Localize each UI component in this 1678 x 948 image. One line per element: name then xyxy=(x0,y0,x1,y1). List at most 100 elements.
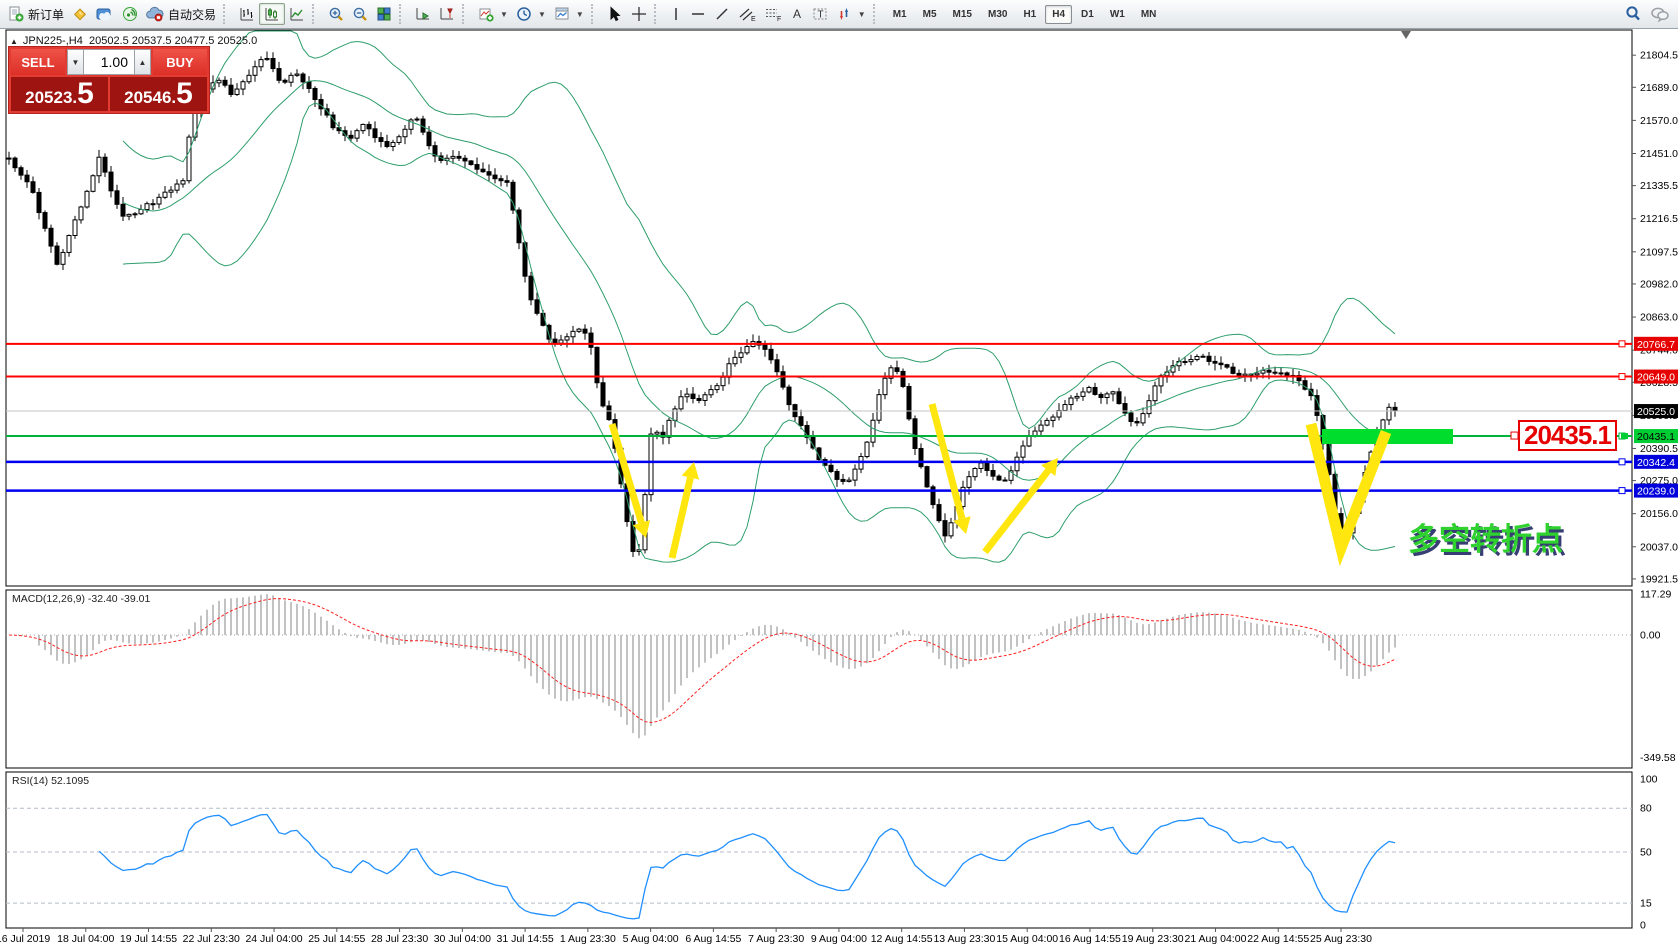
time-axis-label: 9 Aug 04:00 xyxy=(811,933,867,945)
tf-button-MN[interactable]: MN xyxy=(1134,5,1164,24)
zoom-in-button[interactable] xyxy=(324,3,348,25)
price-axis-label: 21216.5 xyxy=(1640,213,1678,225)
chat-button[interactable] xyxy=(1646,3,1674,25)
text-label-button[interactable]: T xyxy=(808,3,832,25)
price-axis-tag: 20525.0 xyxy=(1637,406,1675,418)
pane-frame xyxy=(6,772,1632,928)
zoom-in-icon xyxy=(328,6,344,22)
dropdown-arrow-icon: ▼ xyxy=(576,10,584,19)
horizontal-line-icon xyxy=(690,6,706,22)
tf-button-H4[interactable]: H4 xyxy=(1045,5,1072,24)
line-anchor[interactable] xyxy=(1619,459,1625,465)
fibonacci-icon: F xyxy=(764,6,782,22)
time-axis-label: 30 Jul 04:00 xyxy=(434,933,491,945)
macd-axis-label: 0.00 xyxy=(1640,630,1661,642)
trendline-button[interactable] xyxy=(710,3,734,25)
search-icon xyxy=(1624,5,1642,23)
equidistant-channel-icon: E xyxy=(738,6,756,22)
panel-collapse-icon[interactable]: ▲ xyxy=(10,37,18,46)
chart-shift-marker[interactable] xyxy=(1401,31,1411,39)
tf-button-H1[interactable]: H1 xyxy=(1016,5,1043,24)
candlestick-chart-icon xyxy=(264,6,280,22)
time-axis-label: 22 Jul 23:30 xyxy=(183,933,240,945)
new-order-button[interactable]: 新订单 xyxy=(4,3,68,25)
buy-price-display[interactable]: 20546.5 xyxy=(110,77,207,111)
line-anchor[interactable] xyxy=(1619,488,1625,494)
cursor-button[interactable] xyxy=(603,3,627,25)
signals-button[interactable] xyxy=(92,3,118,25)
news-button[interactable] xyxy=(118,3,142,25)
vertical-line-button[interactable] xyxy=(666,3,686,25)
svg-text:F: F xyxy=(777,16,781,22)
new-order-icon xyxy=(8,6,24,22)
tf-button-M15[interactable]: M15 xyxy=(946,5,979,24)
market-button[interactable] xyxy=(68,3,92,25)
volume-up-button[interactable]: ▲ xyxy=(134,49,151,75)
chart-shift-button[interactable] xyxy=(435,3,459,25)
pane-frame xyxy=(6,590,1632,768)
price-axis-tag: 20766.7 xyxy=(1637,339,1675,351)
tf-button-D1[interactable]: D1 xyxy=(1074,5,1101,24)
time-axis-label: 12 Aug 14:55 xyxy=(871,933,933,945)
fibonacci-button[interactable]: F xyxy=(760,3,786,25)
macd-axis-label: -349.58 xyxy=(1640,752,1676,764)
buy-button[interactable]: BUY xyxy=(153,49,207,75)
search-button[interactable] xyxy=(1620,3,1646,25)
time-axis-label: 7 Aug 23:30 xyxy=(748,933,804,945)
equidistant-channel-button[interactable]: E xyxy=(734,3,760,25)
time-axis-label: 28 Jul 23:30 xyxy=(371,933,428,945)
candlestick-chart-button[interactable] xyxy=(259,3,285,25)
tile-windows-button[interactable] xyxy=(372,3,396,25)
text-label-icon: T xyxy=(812,6,828,22)
sell-button[interactable]: SELL xyxy=(11,49,65,75)
line-anchor[interactable] xyxy=(1619,341,1625,347)
tf-button-M5[interactable]: M5 xyxy=(916,5,944,24)
tf-button-W1[interactable]: W1 xyxy=(1103,5,1132,24)
bar-chart-button[interactable] xyxy=(235,3,259,25)
volume-input[interactable]: 1.00 xyxy=(84,49,134,75)
text-button[interactable]: A xyxy=(786,3,808,25)
price-axis-label: 20390.5 xyxy=(1640,443,1678,455)
timeframe-group: M1M5M15M30H1H4D1W1MN xyxy=(885,5,1165,24)
time-axis: 16 Jul 201918 Jul 04:0019 Jul 14:5522 Ju… xyxy=(0,928,1372,945)
sell-price-display[interactable]: 20523.5 xyxy=(11,77,108,111)
indicators-button[interactable]: ▼ xyxy=(474,3,512,25)
pane-frame xyxy=(6,30,1632,586)
toolbar-grip xyxy=(223,4,230,24)
new-order-label: 新订单 xyxy=(28,6,64,23)
volume-down-button[interactable]: ▼ xyxy=(67,49,84,75)
crosshair-button[interactable] xyxy=(627,3,651,25)
auto-scroll-button[interactable] xyxy=(411,3,435,25)
toolbar-grip xyxy=(654,4,661,24)
arrow-head[interactable] xyxy=(682,462,700,480)
line-chart-button[interactable] xyxy=(285,3,309,25)
line-anchor[interactable] xyxy=(1619,374,1625,380)
time-axis-label: 24 Jul 04:00 xyxy=(245,933,302,945)
arrows-button[interactable]: ▼ xyxy=(832,3,870,25)
autotrading-label: 自动交易 xyxy=(168,6,216,23)
tf-button-M1[interactable]: M1 xyxy=(886,5,914,24)
time-axis-label: 1 Aug 23:30 xyxy=(560,933,616,945)
arrow-annotation[interactable] xyxy=(985,471,1048,552)
zoom-out-button[interactable] xyxy=(348,3,372,25)
templates-button[interactable]: ▼ xyxy=(550,3,588,25)
macd-indicator-label: MACD(12,26,9) -32.40 -39.01 xyxy=(12,593,150,605)
time-axis-label: 15 Aug 04:00 xyxy=(996,933,1058,945)
price-axis-tag: 20435.1 xyxy=(1637,431,1675,443)
metatrader-window: 新订单 自动交易 xyxy=(0,0,1678,948)
autotrading-button[interactable]: 自动交易 xyxy=(142,3,220,25)
price-axis-label: 21097.5 xyxy=(1640,246,1678,258)
turning-point-annotation[interactable]: 多空转折点 xyxy=(1408,514,1563,559)
chart-shift-icon xyxy=(439,6,455,22)
price-axis-label: 20863.0 xyxy=(1640,312,1678,324)
text-icon: A xyxy=(790,6,804,22)
chart-annotations xyxy=(612,31,1628,558)
price-axis-tag: 20342.4 xyxy=(1637,457,1675,469)
rsi-indicator xyxy=(6,808,1632,919)
price-callout-label[interactable]: 20435.1 xyxy=(1518,420,1617,451)
horizontal-line-button[interactable] xyxy=(686,3,710,25)
indicators-icon xyxy=(478,6,494,22)
tf-button-M30[interactable]: M30 xyxy=(981,5,1014,24)
auto-scroll-icon xyxy=(415,6,431,22)
periods-button[interactable]: ▼ xyxy=(512,3,550,25)
